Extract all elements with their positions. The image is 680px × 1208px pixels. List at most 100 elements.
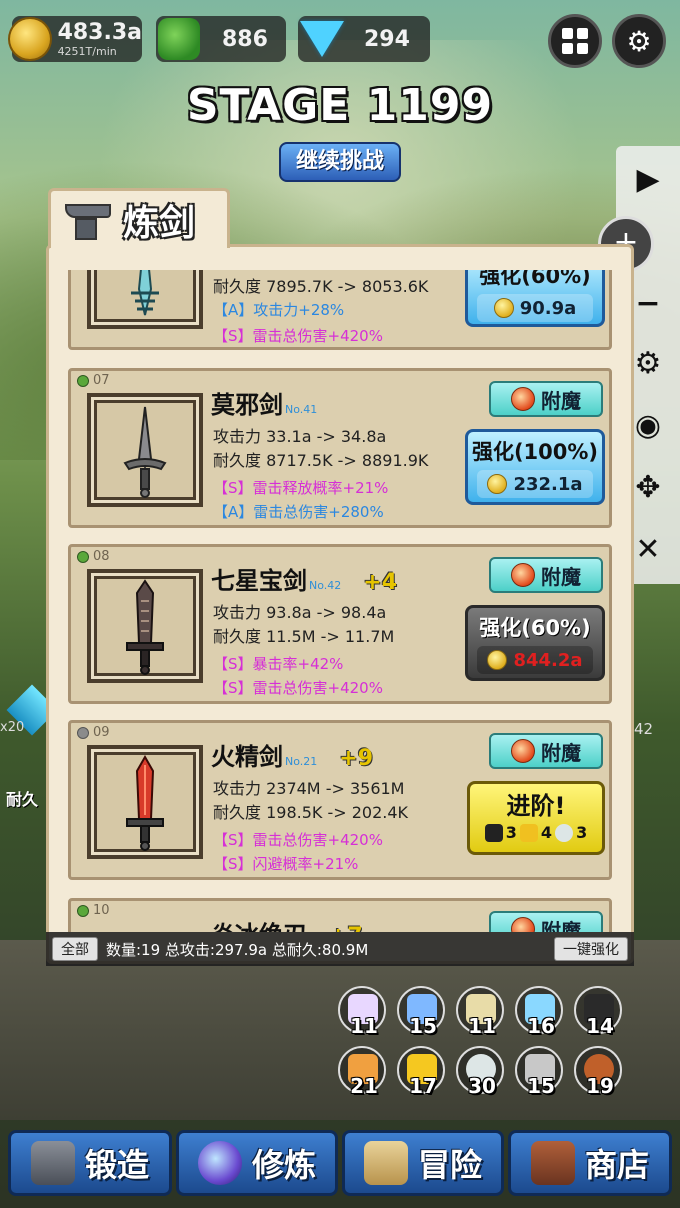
nav-cultivate[interactable]: 修炼 xyxy=(176,1130,338,1196)
mat-count: 3 xyxy=(505,823,517,842)
effect-s: 【S】闪避概率+21% xyxy=(213,855,359,873)
advance-label: 进阶! xyxy=(506,792,566,820)
sword-index: 09 xyxy=(77,725,110,740)
side-durability-label: 耐久 xyxy=(6,790,39,809)
settings-button[interactable]: ⚙ xyxy=(612,14,666,68)
anvil-icon xyxy=(30,1141,75,1185)
nav-adventure[interactable]: 冒险 xyxy=(342,1130,504,1196)
status-dot-icon xyxy=(77,550,89,563)
index-text: 09 xyxy=(93,725,110,740)
gold-counter: 483.3a 4251T/min xyxy=(8,16,142,62)
mat-count: 4 xyxy=(540,823,553,842)
material-orb: 11 xyxy=(456,986,504,1038)
chest-icon xyxy=(530,1141,575,1185)
material-count: 15 xyxy=(527,1074,555,1098)
status-dot-icon xyxy=(77,374,89,387)
nav-shop[interactable]: 商店 xyxy=(508,1130,672,1196)
material-orb: 15 xyxy=(515,1046,563,1098)
diamond-counter: 294 xyxy=(298,16,430,62)
play-icon[interactable]: ▶ xyxy=(616,162,680,197)
sword-name-text: 莫邪剑 xyxy=(211,391,283,419)
effect-a: 【A】攻击力+28% xyxy=(213,301,345,319)
material-count: 17 xyxy=(409,1074,437,1098)
sword-index: 07 xyxy=(77,373,110,388)
material-count: 19 xyxy=(586,1074,614,1098)
menu-grid-button[interactable] xyxy=(548,14,602,68)
diamond-value: 294 xyxy=(364,26,410,52)
one-key-upgrade-button[interactable]: 一键强化 xyxy=(554,937,628,961)
forge-title-text: 炼剑 xyxy=(123,202,196,244)
durability-stat: 耐久度 198.5K -> 202.4K xyxy=(213,803,409,822)
effect-s: 【S】暴击率+42% xyxy=(213,655,344,673)
material-count: 15 xyxy=(409,1014,437,1038)
filter-all-button[interactable]: 全部 xyxy=(52,937,98,961)
material-count: 11 xyxy=(468,1014,496,1038)
coin-icon xyxy=(487,650,508,670)
index-text: 08 xyxy=(93,549,110,564)
material-count: 16 xyxy=(527,1014,555,1038)
forge-window-title: 炼剑 xyxy=(48,188,230,248)
sword-card: 08 七星宝剑 No.42 +4 攻击力 93.8a -> 98.4a 耐久度 11… xyxy=(68,544,612,704)
enchant-label: 附魔 xyxy=(541,564,581,589)
upgrade-button-disabled[interactable]: 强化(60%) 844.2a xyxy=(465,605,605,681)
effect-s: 【S】雷击总伤害+420% xyxy=(213,679,383,697)
sword-image-frame xyxy=(87,569,203,683)
dark-sword-icon xyxy=(126,579,164,675)
index-text: 10 xyxy=(93,903,110,918)
durability-stat: 耐久度 8717.5K -> 8891.9K xyxy=(213,451,429,470)
green-gem-value: 886 xyxy=(222,26,268,52)
sword-name: 七星宝剑 No.42 +4 xyxy=(211,561,397,596)
sword-image-frame xyxy=(87,745,203,859)
nav-label: 冒险 xyxy=(417,1146,482,1184)
summary-text: 数量:19 总攻击:297.9a 总耐久:80.9M xyxy=(106,940,369,959)
enchant-label: 附魔 xyxy=(541,388,581,413)
effect-s: 【S】雷击总伤害+420% xyxy=(213,831,383,849)
green-gem-counter: 886 xyxy=(156,16,286,62)
green-gem-icon xyxy=(158,18,200,60)
upgrade-button[interactable]: 强化(60%) 90.9a xyxy=(465,270,605,327)
enchant-label: 附魔 xyxy=(541,918,581,933)
enhance-level: +9 xyxy=(339,746,374,771)
dagger-icon xyxy=(123,406,167,498)
advance-button[interactable]: 进阶! 3 4 3 xyxy=(467,781,605,855)
enchant-button[interactable]: 附魔 xyxy=(489,733,603,769)
sword-name: 火精剑 No.21 +9 xyxy=(211,737,373,772)
upgrade-label: 强化(60%) xyxy=(479,270,591,288)
nav-forge[interactable]: 锻造 xyxy=(8,1130,172,1196)
material-orb: 16 xyxy=(515,986,563,1038)
cost-value: 844.2a xyxy=(513,649,583,671)
coal-icon xyxy=(484,823,503,842)
material-orb: 15 xyxy=(397,986,445,1038)
gold-value: 483.3a xyxy=(57,20,142,45)
status-dot-icon xyxy=(77,904,89,917)
material-count: 30 xyxy=(468,1074,496,1098)
index-text: 07 xyxy=(93,373,110,388)
diamond-icon xyxy=(300,21,344,57)
sword-card: 07 莫邪剑 No.41 攻击力 33.1a -> 34.8a 耐久度 8717.… xyxy=(68,368,612,528)
attack-stat: 攻击力 33.1a -> 34.8a xyxy=(213,427,387,446)
upgrade-cost: 90.9a xyxy=(477,294,593,322)
sword-name-text: 炎冰绝刃 xyxy=(211,915,307,932)
material-count: 14 xyxy=(586,1014,614,1038)
upgrade-label: 强化(100%) xyxy=(471,440,599,464)
stage-title: STAGE 1199 xyxy=(186,80,494,131)
enchant-button[interactable]: 附魔 xyxy=(489,911,603,932)
material-count: 21 xyxy=(350,1074,378,1098)
nav-label: 修炼 xyxy=(251,1146,316,1184)
enchant-button[interactable]: 附魔 xyxy=(489,557,603,593)
effect-s: 【S】雷击释放概率+21% xyxy=(213,479,389,497)
upgrade-button[interactable]: 强化(100%) 232.1a xyxy=(465,429,605,505)
upgrade-label: 强化(60%) xyxy=(479,616,591,640)
material-orb: 17 xyxy=(397,1046,445,1098)
advance-materials: 3 4 3 xyxy=(470,823,602,842)
enchant-button[interactable]: 附魔 xyxy=(489,381,603,417)
silver-plate-icon xyxy=(555,823,574,842)
enchant-orb-icon xyxy=(511,563,535,587)
material-count: 11 xyxy=(350,1014,378,1038)
continue-challenge-button[interactable]: 继续挑战 xyxy=(279,142,401,182)
material-orb: 11 xyxy=(338,986,386,1038)
sword-list[interactable]: 耐久度 7895.7K -> 8053.6K 【A】攻击力+28% 【S】雷击总… xyxy=(66,270,612,932)
enchant-orb-icon xyxy=(511,917,535,932)
coin-icon xyxy=(493,298,514,318)
gold-ore-icon xyxy=(519,823,538,842)
